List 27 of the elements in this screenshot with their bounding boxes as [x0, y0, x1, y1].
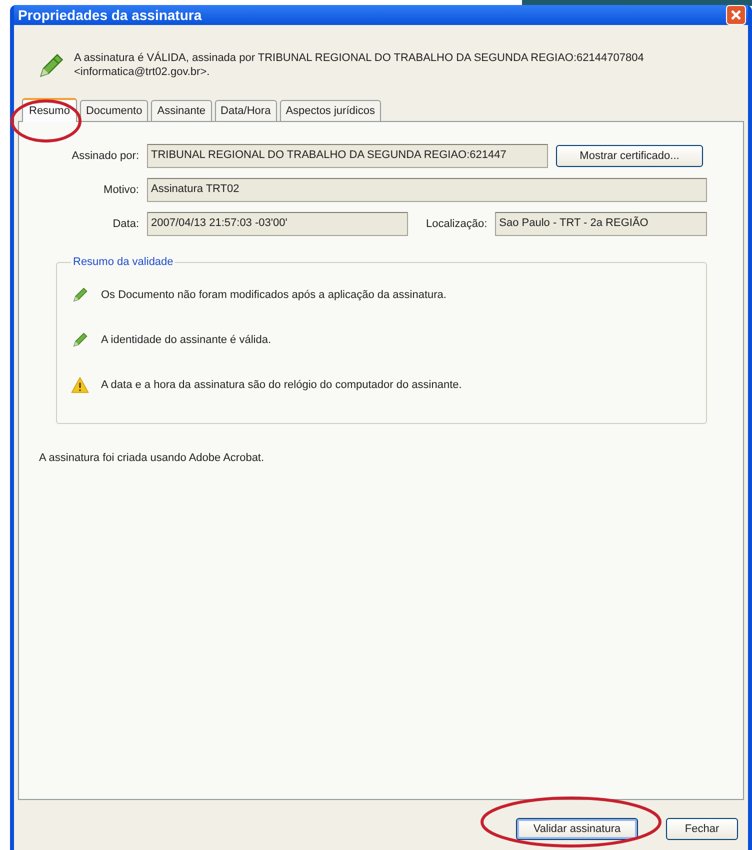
field-label: Motivo: [102, 184, 139, 196]
signature-status-text: A assinatura é VÁLIDA, assinada por TRIBUNAL REGIONAL DO TRABALHO DA SEGUNDA REGIAO:62144707804 <informatica@trt02.gov.br>. [74, 51, 645, 79]
signature-pen-icon [71, 286, 89, 304]
signature-pen-icon [71, 330, 89, 348]
tab[interactable]: Documento [80, 100, 148, 121]
field-label: Data: [112, 218, 139, 230]
validity-text: Os Documento não foram modificados após a aplicação da assinatura. [101, 288, 446, 300]
signer-field: TRIBUNAL REGIONAL DO TRABALHO DA SEGUNDA REGIAO:621447 [147, 144, 548, 168]
close-button[interactable]: Fechar [666, 818, 738, 840]
tab[interactable]: Data/Hora [214, 100, 277, 121]
show-certificate-button[interactable]: Mostrar certificado... [556, 145, 703, 167]
date-field: 2007/04/13 21:57:03 -03'00' [147, 212, 408, 236]
window-title: Propriedades da assinatura [18, 7, 202, 23]
close-icon[interactable] [726, 5, 746, 25]
creation-note: A assinatura foi criada usando Adobe Acrobat. [39, 452, 266, 464]
group-title: Resumo da validade [72, 256, 174, 268]
annotation-circle [10, 98, 82, 144]
tab[interactable]: Assinante [151, 100, 212, 121]
validity-text: A identidade do assinante é válida. [101, 334, 272, 346]
field-label: Assinado por: [70, 150, 139, 162]
warning-icon [71, 376, 89, 394]
validity-text: A data e a hora da assinatura são do relógio do computador do assinante. [101, 378, 462, 390]
location-field: Sao Paulo - TRT - 2a REGIÃO [495, 212, 707, 236]
field-label: Localização: [426, 218, 488, 230]
tab[interactable]: Aspectos jurídicos [280, 100, 381, 121]
validate-button[interactable]: Validar assinatura [516, 818, 638, 840]
reason-field: Assinatura TRT02 [147, 178, 707, 202]
